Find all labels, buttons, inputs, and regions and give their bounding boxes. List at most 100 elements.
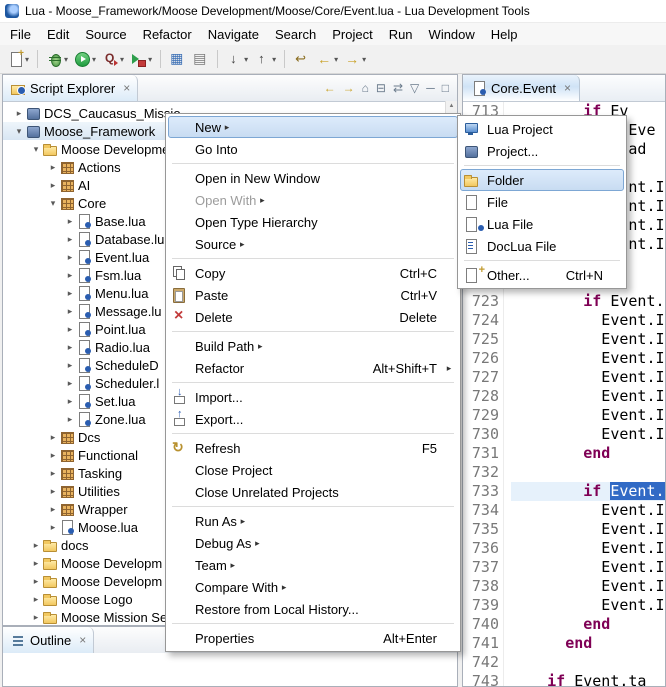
- new-wizard-button[interactable]: ▾: [4, 47, 32, 71]
- menu-source[interactable]: Source: [77, 24, 134, 45]
- expand-arrow-icon[interactable]: ▸: [64, 414, 76, 425]
- menu-item-open-type-hierarchy[interactable]: Open Type Hierarchy: [168, 211, 458, 233]
- expand-arrow-icon[interactable]: ▸: [13, 108, 25, 119]
- menu-item-team[interactable]: Team▸: [168, 554, 458, 576]
- expand-arrow-icon[interactable]: ▸: [47, 486, 59, 497]
- minimize-icon[interactable]: ─: [426, 81, 435, 95]
- menu-item-lua-project[interactable]: Lua Project: [460, 118, 624, 140]
- previous-annotation-button[interactable]: ▾: [251, 47, 279, 71]
- menu-item-import[interactable]: Import...: [168, 386, 458, 408]
- menu-item-compare-with[interactable]: Compare With▸: [168, 576, 458, 598]
- run-button[interactable]: ▾: [71, 47, 99, 71]
- menu-item-doclua-file[interactable]: DocLua File: [460, 235, 624, 257]
- expand-arrow-icon[interactable]: ▸: [30, 540, 42, 551]
- expand-arrow-icon[interactable]: ▸: [30, 594, 42, 605]
- menu-item-close-unrelated-projects[interactable]: Close Unrelated Projects: [168, 481, 458, 503]
- expand-arrow-icon[interactable]: ▸: [64, 396, 76, 407]
- expand-arrow-icon[interactable]: ▸: [30, 558, 42, 569]
- menu-window[interactable]: Window: [421, 24, 483, 45]
- back-button[interactable]: ▾: [313, 47, 341, 71]
- expand-arrow-icon[interactable]: ▸: [47, 522, 59, 533]
- expand-arrow-icon[interactable]: ▸: [64, 234, 76, 245]
- menu-item-close-project[interactable]: Close Project: [168, 459, 458, 481]
- menu-item-refactor[interactable]: RefactorAlt+Shift+T▸: [168, 357, 458, 379]
- menu-item-file[interactable]: File: [460, 191, 624, 213]
- menu-item-properties[interactable]: PropertiesAlt+Enter: [168, 627, 458, 649]
- collapse-arrow-icon[interactable]: ▾: [30, 144, 42, 155]
- external-tools-button[interactable]: ▾: [127, 47, 155, 71]
- next-annotation-button[interactable]: ▾: [223, 47, 251, 71]
- expand-arrow-icon[interactable]: ▸: [47, 504, 59, 515]
- new-lua-table-button[interactable]: [166, 47, 189, 71]
- expand-arrow-icon[interactable]: ▸: [47, 468, 59, 479]
- menu-file[interactable]: File: [2, 24, 39, 45]
- coverage-button[interactable]: ▾: [99, 47, 127, 71]
- menu-search[interactable]: Search: [267, 24, 324, 45]
- expand-arrow-icon[interactable]: ▸: [30, 576, 42, 587]
- dropdown-caret-icon[interactable]: ▾: [25, 55, 29, 64]
- menu-item-open-in-new-window[interactable]: Open in New Window: [168, 167, 458, 189]
- dropdown-caret-icon[interactable]: ▾: [334, 55, 338, 64]
- menu-refactor[interactable]: Refactor: [135, 24, 200, 45]
- dropdown-caret-icon[interactable]: ▾: [120, 55, 124, 64]
- maximize-icon[interactable]: □: [442, 81, 449, 95]
- back-icon[interactable]: ←: [324, 81, 336, 95]
- menu-item-copy[interactable]: CopyCtrl+C: [168, 262, 458, 284]
- expand-arrow-icon[interactable]: ▸: [64, 360, 76, 371]
- menu-edit[interactable]: Edit: [39, 24, 77, 45]
- grid-view-button[interactable]: [189, 47, 212, 71]
- menu-item-open-with[interactable]: Open With▸: [168, 189, 458, 211]
- forward-button[interactable]: ▾: [341, 47, 369, 71]
- expand-arrow-icon[interactable]: ▸: [64, 324, 76, 335]
- dropdown-caret-icon[interactable]: ▾: [148, 55, 152, 64]
- expand-arrow-icon[interactable]: ▸: [47, 162, 59, 173]
- tab-script-explorer[interactable]: Script Explorer ×: [3, 75, 138, 101]
- expand-arrow-icon[interactable]: ▸: [47, 432, 59, 443]
- menu-project[interactable]: Project: [324, 24, 380, 45]
- menu-item-go-into[interactable]: Go Into: [168, 138, 458, 160]
- dropdown-caret-icon[interactable]: ▾: [272, 55, 276, 64]
- scroll-up-icon[interactable]: ▲: [446, 101, 457, 112]
- close-icon[interactable]: ×: [79, 633, 86, 647]
- debug-button[interactable]: ▾: [43, 47, 71, 71]
- menu-navigate[interactable]: Navigate: [200, 24, 267, 45]
- forward-icon[interactable]: →: [343, 81, 355, 95]
- collapse-arrow-icon[interactable]: ▾: [13, 126, 25, 137]
- menu-item-project[interactable]: Project...: [460, 140, 624, 162]
- tab-outline[interactable]: Outline ×: [3, 627, 94, 653]
- menu-item-lua-file[interactable]: Lua File: [460, 213, 624, 235]
- collapse-all-icon[interactable]: ⊟: [376, 81, 386, 95]
- menu-item-build-path[interactable]: Build Path▸: [168, 335, 458, 357]
- menu-item-run-as[interactable]: Run As▸: [168, 510, 458, 532]
- menu-item-other[interactable]: Other...Ctrl+N: [460, 264, 624, 286]
- menu-item-restore-from-local-history[interactable]: Restore from Local History...: [168, 598, 458, 620]
- menu-item-debug-as[interactable]: Debug As▸: [168, 532, 458, 554]
- menu-item-source[interactable]: Source▸: [168, 233, 458, 255]
- dropdown-caret-icon[interactable]: ▾: [244, 55, 248, 64]
- expand-arrow-icon[interactable]: ▸: [64, 252, 76, 263]
- up-icon[interactable]: ⌂: [362, 81, 369, 95]
- link-with-editor-icon[interactable]: ⇄: [393, 81, 403, 95]
- expand-arrow-icon[interactable]: ▸: [64, 216, 76, 227]
- expand-arrow-icon[interactable]: ▸: [64, 342, 76, 353]
- expand-arrow-icon[interactable]: ▸: [64, 378, 76, 389]
- close-icon[interactable]: ×: [564, 81, 571, 95]
- menu-item-folder[interactable]: Folder: [460, 169, 624, 191]
- dropdown-caret-icon[interactable]: ▾: [362, 55, 366, 64]
- tab-core-event[interactable]: Core.Event ×: [463, 75, 580, 101]
- menu-run[interactable]: Run: [381, 24, 421, 45]
- expand-arrow-icon[interactable]: ▸: [64, 288, 76, 299]
- expand-arrow-icon[interactable]: ▸: [47, 450, 59, 461]
- view-menu-icon[interactable]: ▽: [410, 81, 419, 95]
- menu-item-new[interactable]: New▸: [168, 116, 458, 138]
- expand-arrow-icon[interactable]: ▸: [47, 180, 59, 191]
- expand-arrow-icon[interactable]: ▸: [30, 612, 42, 623]
- menu-help[interactable]: Help: [483, 24, 526, 45]
- dropdown-caret-icon[interactable]: ▾: [92, 55, 96, 64]
- close-icon[interactable]: ×: [123, 81, 130, 95]
- collapse-arrow-icon[interactable]: ▾: [47, 198, 59, 209]
- expand-arrow-icon[interactable]: ▸: [64, 306, 76, 317]
- menu-item-refresh[interactable]: RefreshF5: [168, 437, 458, 459]
- menu-item-delete[interactable]: DeleteDelete: [168, 306, 458, 328]
- dropdown-caret-icon[interactable]: ▾: [64, 55, 68, 64]
